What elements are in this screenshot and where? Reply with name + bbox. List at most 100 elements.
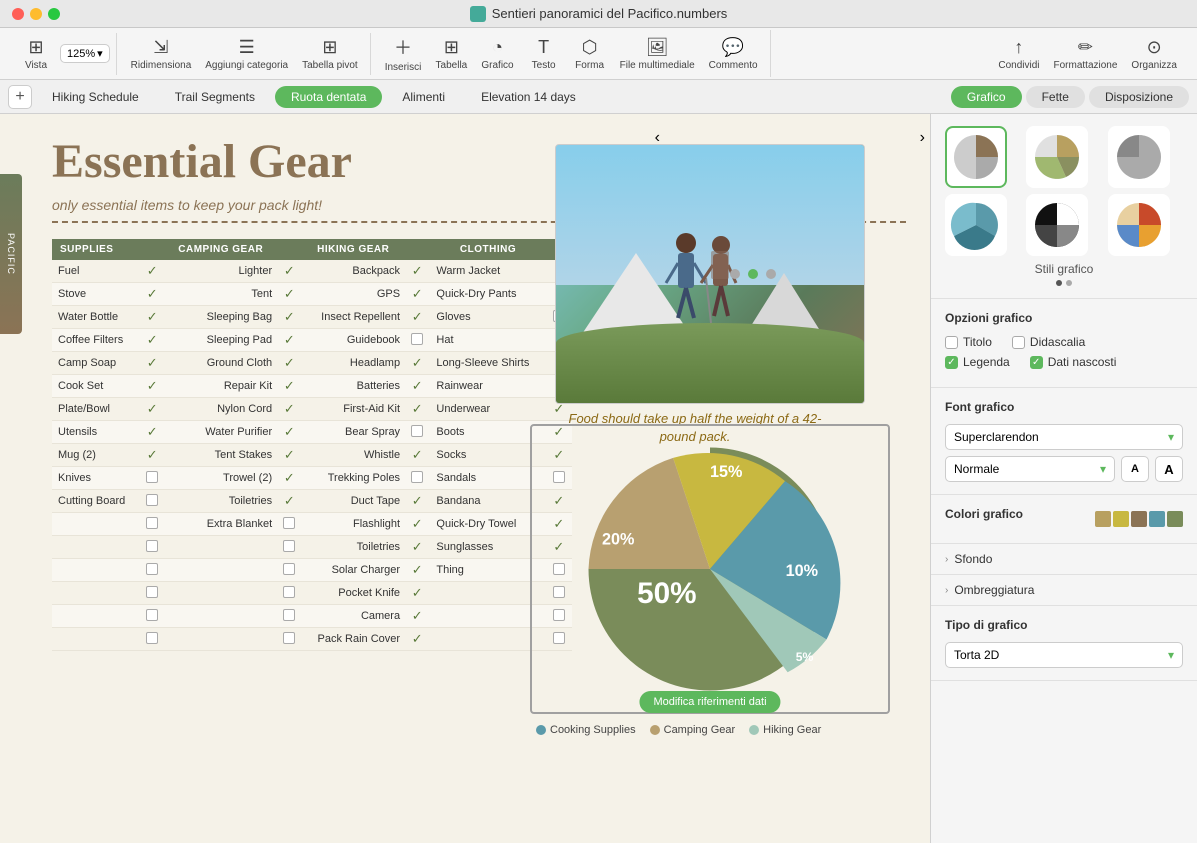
chart-style-4[interactable] (945, 194, 1007, 256)
close-button[interactable] (12, 8, 24, 20)
tab-grafico[interactable]: Grafico (951, 86, 1022, 108)
camping-check[interactable]: ✓ (276, 260, 302, 283)
hiking-check[interactable]: ✓ (404, 260, 430, 283)
minimize-button[interactable] (30, 8, 42, 20)
supply-check[interactable] (139, 582, 165, 605)
font-name-select[interactable]: Superclarendon ▾ (945, 424, 1183, 450)
swatch-5[interactable] (1167, 511, 1183, 527)
supply-check[interactable] (139, 605, 165, 628)
hiking-check[interactable]: ✓ (404, 536, 430, 559)
font-style-select[interactable]: Normale ▾ (945, 456, 1115, 482)
chart-style-5[interactable] (1026, 194, 1088, 256)
supply-check[interactable]: ✓ (139, 306, 165, 329)
hiking-check[interactable]: ✓ (404, 444, 430, 467)
camping-check[interactable] (276, 605, 302, 628)
legenda-checkbox[interactable]: ✓ (945, 356, 958, 369)
supply-check[interactable]: ✓ (139, 421, 165, 444)
supply-check[interactable]: ✓ (139, 283, 165, 306)
supply-check[interactable]: ✓ (139, 329, 165, 352)
style-dot-1[interactable] (1056, 280, 1062, 286)
insert-button[interactable]: ＋ Inserisci (379, 30, 428, 77)
chart-style-1[interactable] (945, 126, 1007, 188)
tab-trail-segments[interactable]: Trail Segments (159, 86, 271, 108)
hiking-check[interactable] (404, 467, 430, 490)
hiking-check[interactable]: ✓ (404, 605, 430, 628)
hiking-check[interactable]: ✓ (404, 559, 430, 582)
swatch-1[interactable] (1095, 511, 1111, 527)
tab-disposizione[interactable]: Disposizione (1089, 86, 1189, 108)
camping-check[interactable] (276, 628, 302, 651)
shape-button[interactable]: ⬡ Forma (568, 33, 612, 75)
text-button[interactable]: T Testo (522, 33, 566, 75)
titolo-checkbox[interactable] (945, 336, 958, 349)
comment-button[interactable]: 💬 Commento (703, 33, 764, 75)
supply-check[interactable]: ✓ (139, 375, 165, 398)
supply-check[interactable] (139, 513, 165, 536)
camping-check[interactable] (276, 582, 302, 605)
chart-nav-left[interactable]: ‹ (655, 129, 660, 147)
hiking-check[interactable] (404, 329, 430, 352)
hiking-check[interactable]: ✓ (404, 513, 430, 536)
tab-alimenti[interactable]: Alimenti (386, 86, 461, 108)
tab-elevation[interactable]: Elevation 14 days (465, 86, 592, 108)
supply-check[interactable] (139, 628, 165, 651)
camping-check[interactable]: ✓ (276, 398, 302, 421)
hiking-check[interactable]: ✓ (404, 306, 430, 329)
dati-nascosti-checkbox[interactable]: ✓ (1030, 356, 1043, 369)
hiking-check[interactable]: ✓ (404, 628, 430, 651)
zoom-control[interactable]: 125% ▾ (60, 44, 110, 63)
hiking-check[interactable] (404, 421, 430, 444)
camping-check[interactable]: ✓ (276, 352, 302, 375)
chart-nav-right[interactable]: › (920, 129, 925, 147)
camping-check[interactable]: ✓ (276, 283, 302, 306)
tab-hiking-schedule[interactable]: Hiking Schedule (36, 86, 155, 108)
supply-check[interactable] (139, 559, 165, 582)
supply-check[interactable]: ✓ (139, 352, 165, 375)
font-size-smaller[interactable]: A (1121, 456, 1149, 482)
camping-check[interactable] (276, 536, 302, 559)
hiking-check[interactable]: ✓ (404, 582, 430, 605)
hiking-check[interactable]: ✓ (404, 375, 430, 398)
modify-data-button[interactable]: Modifica riferimenti dati (639, 691, 780, 713)
chart-style-2[interactable] (1026, 126, 1088, 188)
hiking-check[interactable]: ✓ (404, 352, 430, 375)
format-button[interactable]: ✏ Formattazione (1048, 33, 1124, 75)
table-button[interactable]: ⊞ Tabella (429, 33, 473, 75)
camping-check[interactable]: ✓ (276, 306, 302, 329)
tipo-select[interactable]: Torta 2D ▾ (945, 642, 1183, 668)
pie-chart-area[interactable]: 50% 20% 15% 10% 5% Modifica riferimenti … (530, 424, 890, 714)
swatch-3[interactable] (1131, 511, 1147, 527)
organize-button[interactable]: ⊙ Organizza (1125, 33, 1183, 75)
supply-check[interactable]: ✓ (139, 398, 165, 421)
supply-check[interactable] (139, 467, 165, 490)
hiking-check[interactable]: ✓ (404, 490, 430, 513)
style-dot-2[interactable] (1066, 280, 1072, 286)
didascalia-checkbox[interactable] (1012, 336, 1025, 349)
supply-check[interactable] (139, 536, 165, 559)
supply-check[interactable] (139, 490, 165, 513)
camping-check[interactable]: ✓ (276, 329, 302, 352)
camping-check[interactable]: ✓ (276, 375, 302, 398)
hiking-check[interactable]: ✓ (404, 283, 430, 306)
camping-check[interactable] (276, 513, 302, 536)
maximize-button[interactable] (48, 8, 60, 20)
add-sheet-button[interactable]: + (8, 85, 32, 109)
font-size-larger[interactable]: A (1155, 456, 1183, 482)
color-swatches[interactable] (1095, 511, 1183, 527)
camping-check[interactable] (276, 559, 302, 582)
camping-check[interactable]: ✓ (276, 421, 302, 444)
hiking-check[interactable]: ✓ (404, 398, 430, 421)
add-category-button[interactable]: ☰ Aggiungi categoria (199, 33, 294, 75)
supply-check[interactable]: ✓ (139, 444, 165, 467)
chart-style-3[interactable] (1108, 126, 1170, 188)
sfondo-disclosure[interactable]: › Sfondo (931, 544, 1197, 575)
supply-check[interactable]: ✓ (139, 260, 165, 283)
camping-check[interactable]: ✓ (276, 467, 302, 490)
camping-check[interactable]: ✓ (276, 444, 302, 467)
swatch-2[interactable] (1113, 511, 1129, 527)
swatch-4[interactable] (1149, 511, 1165, 527)
resize-button[interactable]: ⇲ Ridimensiona (125, 33, 198, 75)
tab-ruota-dentata[interactable]: Ruota dentata (275, 86, 382, 108)
chart-style-6[interactable] (1108, 194, 1170, 256)
view-button[interactable]: ⊞ Vista (14, 33, 58, 75)
